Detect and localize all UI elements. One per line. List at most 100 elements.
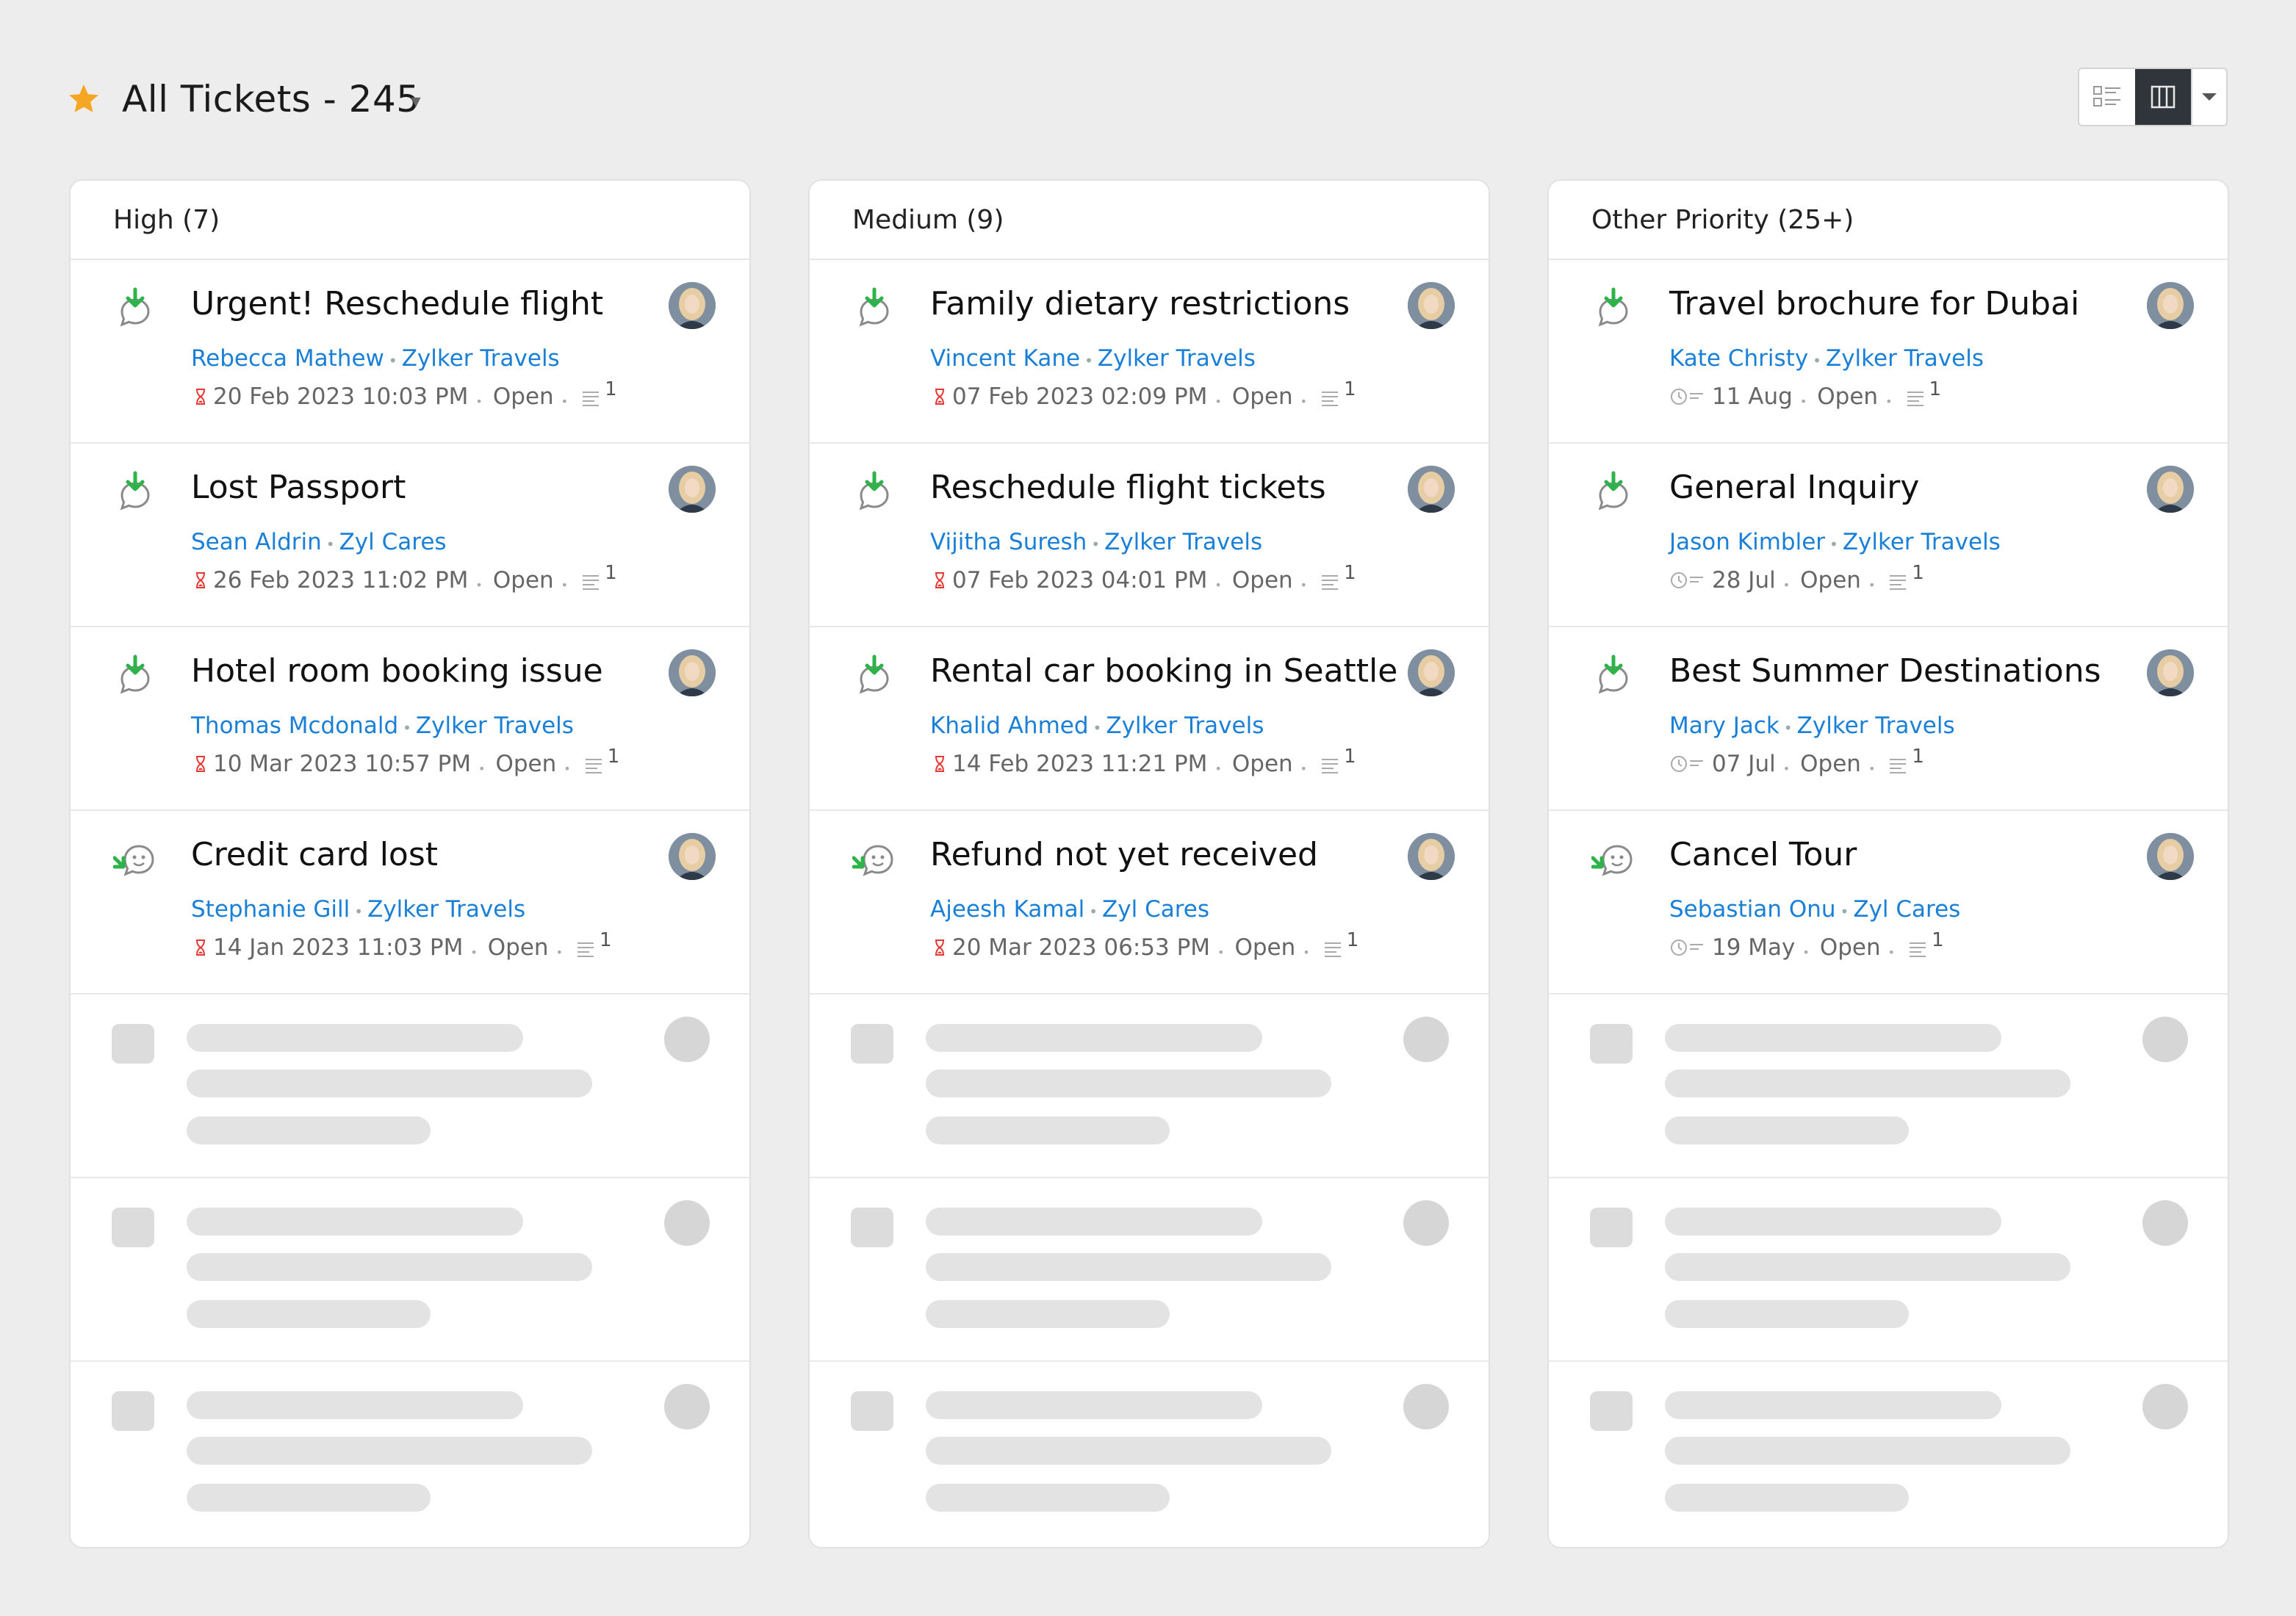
account-name[interactable]: Zyl Cares [339,529,447,555]
ticket-subject[interactable]: Best Summer Destinations [1669,652,2101,690]
ticket-card[interactable]: Reschedule flight tickets Vijitha Suresh… [810,444,1489,627]
agent-avatar[interactable] [669,833,716,880]
ticket-contact: Stephanie Gill • Zylker Travels [191,896,525,923]
ticket-card[interactable]: Cancel Tour Sebastian Onu • Zyl Cares 19 M… [1549,811,2228,995]
agent-avatar[interactable] [2147,833,2194,880]
ticket-card[interactable]: Lost Passport Sean Aldrin • Zyl Cares 26 F… [71,444,749,627]
account-name[interactable]: Zylker Travels [1797,713,1955,739]
account-name[interactable]: Zylker Travels [1098,345,1256,372]
agent-avatar[interactable] [1408,649,1455,696]
ticket-subject[interactable]: Reschedule flight tickets [930,469,1326,506]
separator-dot: • [1084,352,1093,369]
ticket-card[interactable]: Hotel room booking issue Thomas Mcdonald… [71,627,749,811]
thread-count: 1 [605,378,617,400]
ticket-meta: 07 Feb 2023 02:09 PM • Open • 1 [930,378,1356,410]
separator-dot: • [1214,394,1222,408]
ticket-card[interactable]: Travel brochure for Dubai Kate Christy • Z… [1549,260,2228,444]
kanban-view-icon[interactable] [2135,69,2191,125]
page-title[interactable]: All Tickets - 245 [122,78,420,120]
chevron-down-icon[interactable]: ▾ [411,90,421,112]
contact-name[interactable]: Stephanie Gill [191,896,350,923]
ticket-status[interactable]: Open [1232,567,1293,594]
contact-name[interactable]: Sebastian Onu [1669,896,1836,923]
ticket-subject[interactable]: Urgent! Reschedule flight [191,285,603,322]
due-date: 07 Jul [1712,751,1776,777]
contact-name[interactable]: Kate Christy [1669,345,1808,372]
list-view-icon[interactable] [2079,69,2135,125]
column-header[interactable]: Medium (9) [810,181,1489,260]
ticket-status[interactable]: Open [493,567,554,594]
ticket-card[interactable]: Refund not yet received Ajeesh Kamal • Zyl… [810,811,1489,995]
view-options-dropdown[interactable] [2191,69,2226,125]
contact-name[interactable]: Thomas Mcdonald [191,713,398,739]
agent-avatar[interactable] [669,466,716,513]
ticket-meta: 10 Mar 2023 10:57 PM • Open • 1 [191,746,619,777]
agent-avatar[interactable] [1408,466,1455,513]
contact-name[interactable]: Vincent Kane [930,345,1080,372]
separator-dot: • [1813,352,1821,369]
agent-avatar[interactable] [669,649,716,696]
ticket-subject[interactable]: Credit card lost [191,836,438,873]
account-name[interactable]: Zylker Travels [402,345,560,372]
agent-avatar[interactable] [2147,282,2194,329]
agent-avatar[interactable] [1408,282,1455,329]
account-name[interactable]: Zylker Travels [416,713,574,739]
agent-avatar[interactable] [2147,466,2194,513]
ticket-subject[interactable]: General Inquiry [1669,469,1919,506]
chat-channel-icon [852,837,896,881]
placeholder-avatar [664,1384,710,1429]
placeholder-line [926,1208,1262,1236]
column-header[interactable]: High (7) [71,181,749,260]
ticket-card[interactable]: Rental car booking in Seattle Khalid Ahm… [810,627,1489,811]
ticket-status[interactable]: Open [1232,383,1293,410]
contact-name[interactable]: Vijitha Suresh [930,529,1087,555]
ticket-subject[interactable]: Lost Passport [191,469,406,506]
account-name[interactable]: Zyl Cares [1853,896,1960,923]
contact-name[interactable]: Rebecca Mathew [191,345,384,372]
ticket-card[interactable]: General Inquiry Jason Kimbler • Zylker Tra… [1549,444,2228,627]
ticket-status[interactable]: Open [1820,934,1881,961]
contact-name[interactable]: Ajeesh Kamal [930,896,1084,923]
star-icon[interactable] [66,82,101,117]
ticket-subject[interactable]: Family dietary restrictions [930,285,1350,322]
chat-channel-icon [1591,837,1635,881]
contact-name[interactable]: Mary Jack [1669,713,1779,739]
ticket-subject[interactable]: Cancel Tour [1669,836,1857,873]
agent-avatar[interactable] [1408,833,1455,880]
contact-name[interactable]: Jason Kimbler [1669,529,1825,555]
contact-name[interactable]: Khalid Ahmed [930,713,1089,739]
account-name[interactable]: Zylker Travels [1104,529,1262,555]
ticket-meta: 11 Aug • Open • 1 [1669,378,1941,410]
ticket-card[interactable]: Urgent! Reschedule flight Rebecca Mathew… [71,260,749,444]
separator-dot: • [475,394,483,408]
ticket-status[interactable]: Open [1234,934,1295,961]
placeholder-line [187,1484,431,1512]
account-name[interactable]: Zylker Travels [1826,345,1984,372]
contact-name[interactable]: Sean Aldrin [191,529,322,555]
agent-avatar[interactable] [669,282,716,329]
ticket-card[interactable]: Best Summer Destinations Mary Jack • Zylke… [1549,627,2228,811]
ticket-status[interactable]: Open [488,934,549,961]
reply-channel-icon [1591,286,1635,331]
account-name[interactable]: Zylker Travels [367,896,525,923]
ticket-card[interactable]: Family dietary restrictions Vincent Kane… [810,260,1489,444]
ticket-meta: 20 Mar 2023 06:53 PM • Open • 1 [930,929,1358,961]
account-name[interactable]: Zylker Travels [1106,713,1264,739]
ticket-subject[interactable]: Hotel room booking issue [191,652,603,690]
agent-avatar[interactable] [2147,649,2194,696]
ticket-status[interactable]: Open [1232,751,1293,777]
account-name[interactable]: Zyl Cares [1102,896,1209,923]
ticket-card[interactable]: Credit card lost Stephanie Gill • Zylker T… [71,811,749,995]
ticket-status[interactable]: Open [495,751,556,777]
ticket-subject[interactable]: Refund not yet received [930,836,1318,873]
ticket-status[interactable]: Open [1800,567,1861,594]
ticket-subject[interactable]: Travel brochure for Dubai [1669,285,2079,322]
ticket-status[interactable]: Open [1800,751,1861,777]
ticket-status[interactable]: Open [493,383,554,410]
account-name[interactable]: Zylker Travels [1843,529,2001,555]
loading-placeholder [1549,1362,2228,1545]
separator-dot: • [561,394,569,408]
ticket-status[interactable]: Open [1817,383,1878,410]
ticket-subject[interactable]: Rental car booking in Seattle [930,652,1397,690]
column-header[interactable]: Other Priority (25+) [1549,181,2228,260]
